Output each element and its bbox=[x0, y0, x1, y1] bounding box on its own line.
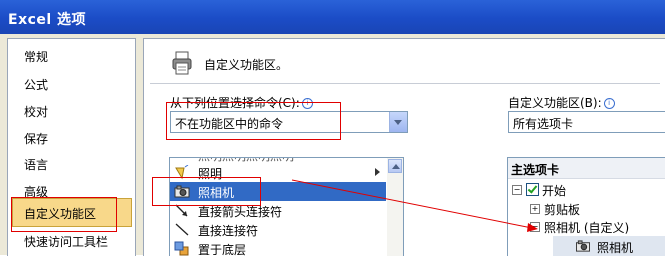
line-connector-icon bbox=[175, 223, 189, 236]
customize-ribbon-icon bbox=[172, 51, 192, 75]
title-bar: Excel 选项 bbox=[0, 0, 665, 34]
submenu-arrow-icon bbox=[375, 168, 380, 176]
sidebar-item-formulas[interactable]: 公式 bbox=[24, 76, 48, 93]
commands-list[interactable]: 照明照明照明照明 照明 照相机 直接箭头连接符 bbox=[169, 157, 389, 256]
list-item[interactable]: 置于底层 bbox=[170, 239, 386, 256]
tree-node-start[interactable]: 开始 bbox=[542, 182, 566, 199]
scroll-up-icon[interactable] bbox=[388, 159, 402, 173]
ribbon-tree[interactable]: 主选项卡 − 开始 + 剪贴板 − 照相机 (自定义) 照相机 bbox=[507, 157, 665, 256]
annotation-box-camera bbox=[152, 177, 261, 206]
tree-node-custom-group[interactable]: 照相机 (自定义) bbox=[544, 219, 629, 236]
list-item-label: 置于底层 bbox=[198, 243, 247, 256]
customize-ribbon-label-text: 自定义功能区(B): bbox=[508, 96, 602, 110]
dropdown-arrow-icon[interactable] bbox=[389, 112, 407, 132]
list-item[interactable]: 直接连接符 bbox=[170, 220, 386, 239]
tree-header: 主选项卡 bbox=[508, 158, 665, 179]
expand-icon[interactable]: + bbox=[530, 204, 540, 214]
camera-icon bbox=[576, 240, 590, 252]
send-to-back-icon bbox=[174, 241, 189, 256]
tree-node-camera: 照相机 bbox=[597, 241, 634, 255]
tree-node-clipboard[interactable]: 剪贴板 bbox=[544, 201, 580, 218]
sidebar-item-language[interactable]: 语言 bbox=[24, 156, 48, 173]
info-icon: i bbox=[603, 98, 615, 109]
sidebar-item-general[interactable]: 常规 bbox=[24, 48, 48, 65]
checkbox-checked-icon[interactable] bbox=[526, 183, 539, 196]
collapse-icon[interactable]: − bbox=[530, 222, 540, 232]
panel-heading: 自定义功能区。 bbox=[204, 58, 289, 72]
customize-ribbon-label: 自定义功能区(B): i bbox=[508, 94, 615, 111]
tree-header-label: 主选项卡 bbox=[511, 163, 560, 177]
list-item-label: 直接连接符 bbox=[198, 224, 259, 238]
annotation-box-dropdown bbox=[166, 102, 341, 140]
sidebar-item-proofing[interactable]: 校对 bbox=[24, 103, 48, 120]
customize-ribbon-dropdown[interactable]: 所有选项卡 bbox=[508, 111, 665, 133]
window-title: Excel 选项 bbox=[8, 12, 87, 28]
tree-node-camera-row[interactable]: 照相机 bbox=[553, 236, 665, 256]
collapse-icon[interactable]: − bbox=[512, 185, 522, 195]
sidebar-item-save[interactable]: 保存 bbox=[24, 130, 48, 147]
customize-ribbon-value: 所有选项卡 bbox=[513, 117, 574, 131]
commands-list-scrollbar[interactable] bbox=[387, 157, 404, 256]
sidebar-item-quick-access-toolbar[interactable]: 快速访问工具栏 bbox=[24, 233, 108, 250]
heading-divider bbox=[150, 83, 660, 84]
annotation-box-sidebar bbox=[11, 197, 117, 232]
